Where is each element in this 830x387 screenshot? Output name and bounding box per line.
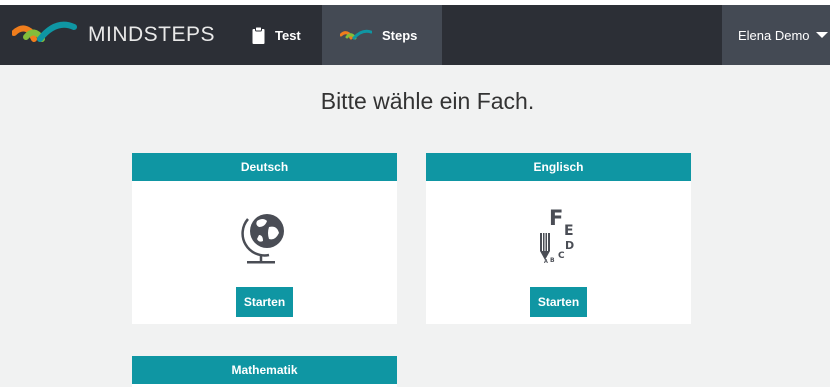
- brand-logo[interactable]: MINDSTEPS: [12, 5, 237, 65]
- svg-text:C: C: [558, 251, 565, 261]
- globe-icon: [132, 205, 397, 267]
- letters-pencil-icon: F E D C B A: [426, 203, 691, 265]
- subject-card-deutsch: Deutsch Starten: [132, 153, 397, 324]
- caret-down-icon: [815, 32, 828, 38]
- user-menu[interactable]: Elena Demo: [722, 5, 830, 65]
- nav-item-steps[interactable]: Steps: [322, 5, 442, 65]
- start-button-deutsch[interactable]: Starten: [236, 287, 293, 317]
- nav-item-test-label: Test: [275, 27, 301, 43]
- subject-card-title: Englisch: [426, 153, 691, 181]
- svg-text:A: A: [544, 259, 548, 265]
- svg-text:B: B: [550, 257, 555, 264]
- top-navbar: MINDSTEPS Test Steps Elena Demo: [0, 0, 830, 65]
- subject-card-title: Deutsch: [132, 153, 397, 181]
- subject-card-englisch: Englisch F E D C B A Starten: [426, 153, 691, 324]
- clipboard-icon: [252, 26, 265, 44]
- mindsteps-logo-icon: [340, 29, 372, 40]
- subject-card-mathematik: Mathematik: [132, 356, 397, 387]
- svg-text:F: F: [549, 206, 563, 230]
- page-title: Bitte wähle ein Fach.: [320, 88, 535, 114]
- nav-item-steps-label: Steps: [382, 27, 418, 43]
- brand-name: MINDSTEPS: [88, 23, 216, 46]
- subject-card-title: Mathematik: [132, 356, 397, 384]
- mindsteps-logo-icon: [12, 21, 77, 42]
- user-name: Elena Demo: [738, 27, 810, 43]
- svg-text:D: D: [565, 239, 574, 252]
- start-button-englisch[interactable]: Starten: [530, 287, 587, 317]
- svg-text:E: E: [564, 223, 574, 239]
- nav-item-test[interactable]: Test: [237, 5, 322, 65]
